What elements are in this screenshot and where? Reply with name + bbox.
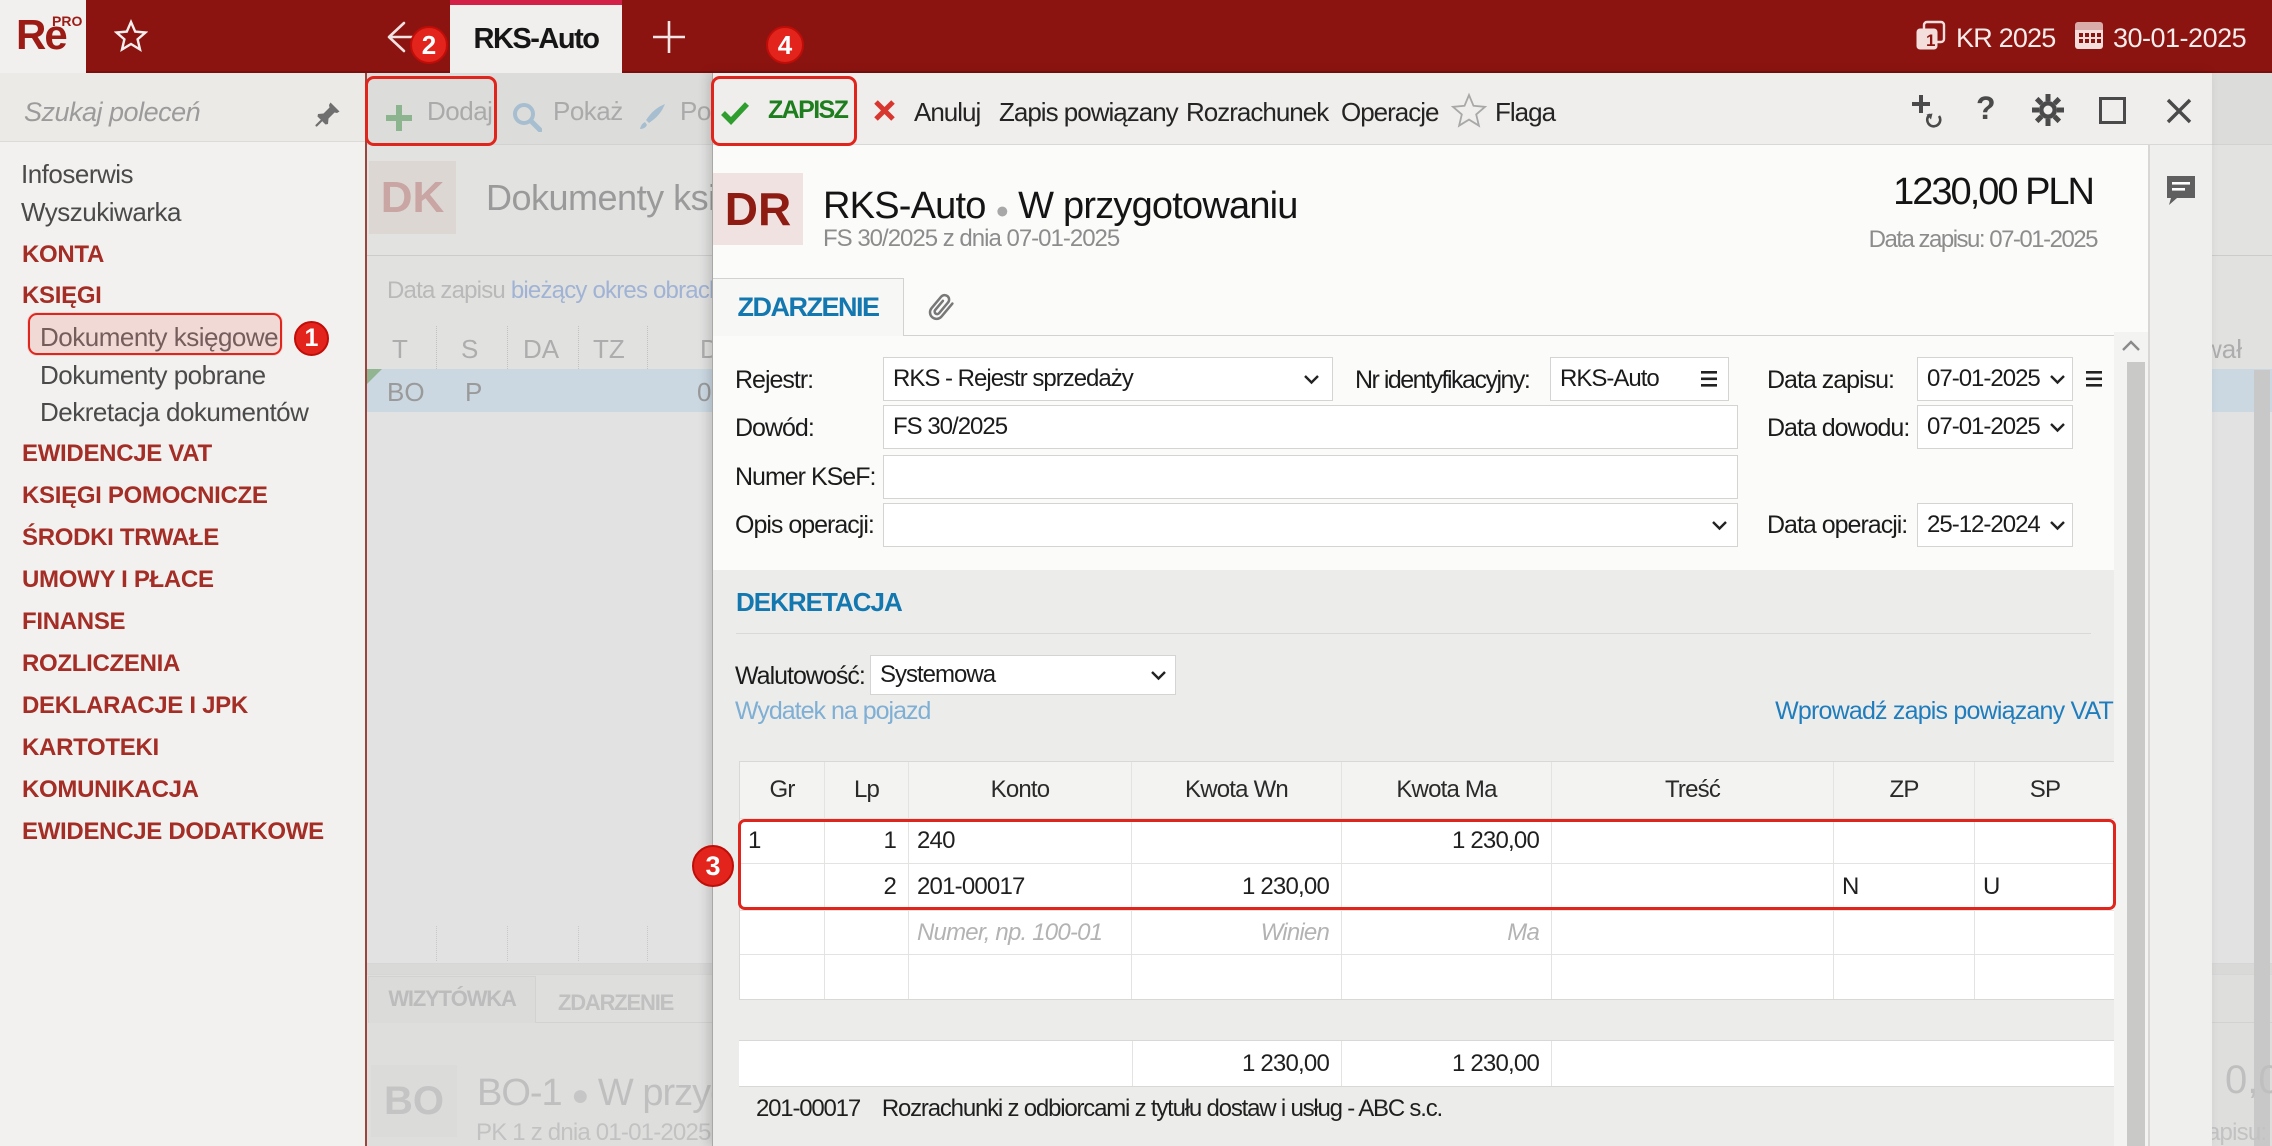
svg-text:1: 1 — [1926, 31, 1935, 50]
